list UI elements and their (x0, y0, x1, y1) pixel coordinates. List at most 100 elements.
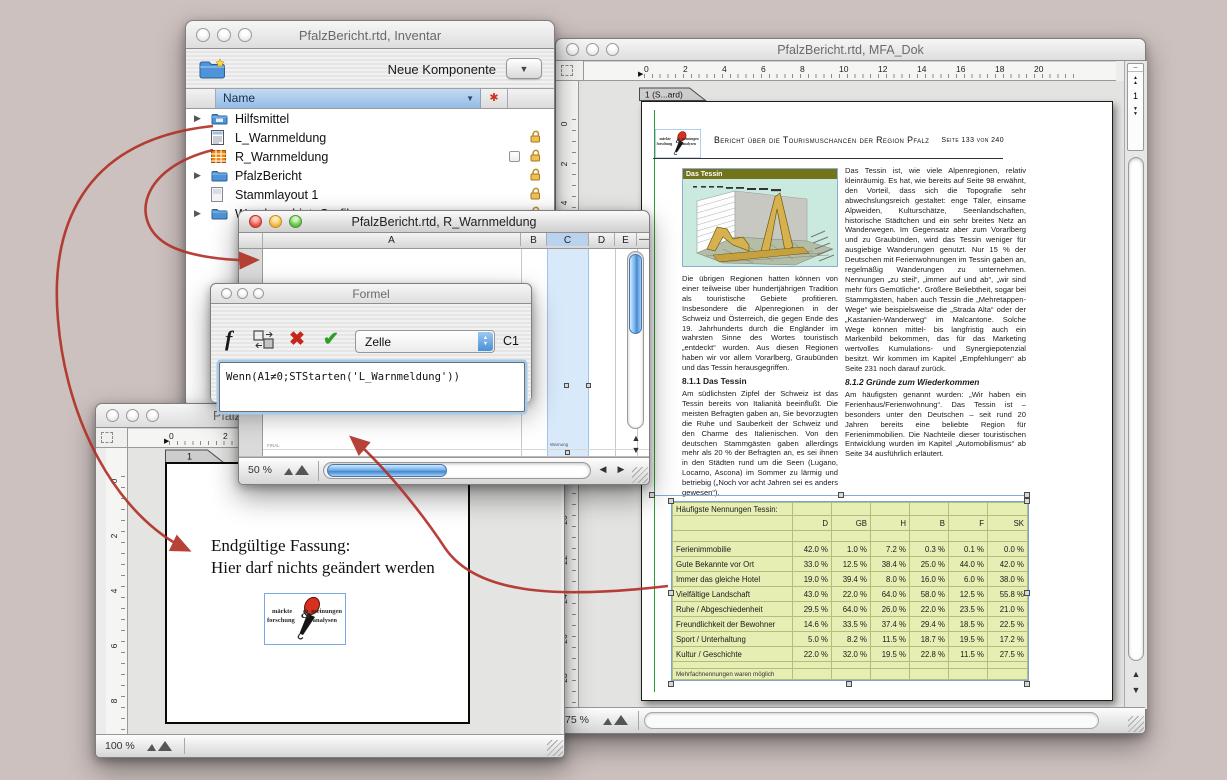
window-formel[interactable]: Formel f ✖ ✔ Zelle ▲▼ C1 Wenn(A1≠0;STSta… (210, 283, 532, 401)
tessin-table-frame[interactable]: Häufigste Nennungen Tessin:DGBHBFSKFerie… (672, 502, 1027, 685)
chart-frame[interactable]: Das Tessin (682, 168, 838, 267)
column-header-d[interactable]: D (589, 233, 615, 246)
disclosure-triangle-icon[interactable]: ▶ (194, 208, 211, 219)
disclosure-triangle-icon[interactable]: ▶ (194, 170, 211, 181)
minimize-button[interactable] (126, 409, 139, 422)
zoom-level[interactable]: 75 % (565, 714, 589, 726)
scrollbar-thumb[interactable] (327, 464, 447, 477)
table-row (673, 531, 1028, 542)
column-header-e[interactable]: E (615, 233, 637, 246)
document-canvas[interactable]: 1 (S...ard) märkte meinungen & forschung… (579, 81, 1124, 709)
list-item[interactable]: L_Warnmeldung (186, 128, 554, 147)
table-row (673, 662, 1028, 669)
scrollbar-thumb[interactable] (629, 254, 642, 334)
selection-handle[interactable] (668, 590, 674, 596)
first-page-button[interactable]: ▲▲ (1128, 72, 1143, 85)
scope-select[interactable]: Zelle ▲▼ (355, 330, 495, 353)
table-value: 18.7 % (910, 632, 949, 647)
scroll-down-button[interactable]: ▼ (628, 443, 644, 457)
document-page[interactable]: Endgültige Fassung: Hier darf nichts geä… (165, 462, 470, 724)
titlebar-mfa[interactable]: PfalzBericht.rtd, MFA_Dok (556, 39, 1145, 61)
new-component-menu-button[interactable]: ▼ (506, 58, 542, 79)
horizontal-scrollbar[interactable] (644, 712, 1099, 729)
table-value: 29.4 % (910, 617, 949, 632)
ruler-marker-icon[interactable]: ▶ (638, 70, 643, 78)
zoom-level[interactable]: 100 % (105, 740, 135, 752)
status-bar-r-warnmeldung: 50 % ◀ ▶ (239, 457, 649, 484)
zoom-button[interactable] (146, 409, 159, 422)
table-value: 37.4 % (871, 617, 910, 632)
horizontal-scrollbar[interactable] (323, 462, 591, 479)
titlebar-r-warnmeldung[interactable]: PfalzBericht.rtd, R_Warnmeldung (239, 211, 649, 233)
list-item[interactable]: ▶Hilfsmittel (186, 109, 554, 128)
zoom-mountains-icon[interactable] (283, 463, 313, 476)
checkbox[interactable] (509, 151, 520, 162)
selected-column-c[interactable] (547, 249, 589, 457)
resize-grip[interactable] (1128, 716, 1144, 732)
titlebar-formel[interactable]: Formel (211, 284, 531, 304)
company-logo[interactable]: märkte meinungen & forschung analysen (264, 593, 346, 645)
page-tab[interactable]: 1 (S...ard) (639, 87, 709, 101)
new-folder-button[interactable] (198, 57, 228, 86)
horizontal-ruler[interactable]: ▶ 02468101214161820 (584, 61, 1116, 81)
document-canvas[interactable]: 1 Endgültige Fassung: Hier darf nichts g… (128, 448, 561, 736)
column-header-status[interactable]: ✱ (481, 89, 508, 108)
selection-handle[interactable] (1024, 590, 1030, 596)
vertical-ruler[interactable]: 02468 (106, 448, 128, 736)
column-header-name[interactable]: Name ▼ (216, 89, 481, 108)
table-value: 17.2 % (988, 632, 1028, 647)
page-navigator[interactable]: – ▲▲ 1 ▼▼ (1127, 63, 1144, 151)
table-cell (673, 531, 793, 542)
document-page[interactable]: märkte meinungen & forschung analysen Be… (641, 101, 1113, 701)
resize-grip[interactable] (632, 467, 648, 483)
selection-handle[interactable] (565, 450, 570, 455)
unlocked-padlock-icon[interactable] (529, 148, 542, 165)
scroll-left-button[interactable]: ◀ (595, 462, 611, 478)
scroll-right-button[interactable]: ▶ (613, 462, 629, 478)
table-value: 64.0 % (832, 602, 871, 617)
formula-input[interactable]: Wenn(A1≠0;STStarten('L_Warnmeldung')) (219, 362, 525, 412)
scroll-down-button[interactable]: ▼ (1128, 683, 1144, 699)
column-selection-handle[interactable] (564, 383, 569, 388)
list-item[interactable]: ▶PfalzBericht (186, 166, 554, 185)
table-column-header: B (910, 516, 949, 531)
titlebar-inventar[interactable]: PfalzBericht.rtd, Inventar (186, 21, 554, 49)
selection-handle[interactable] (668, 681, 674, 687)
confirm-button[interactable]: ✔ (323, 328, 339, 351)
text-component-icon (211, 130, 235, 145)
column-header-a[interactable]: A (263, 233, 521, 246)
scroll-up-button[interactable]: ▲ (1128, 667, 1144, 683)
selection-handle[interactable] (1024, 498, 1030, 504)
unlocked-padlock-icon[interactable] (529, 167, 542, 184)
selection-handle[interactable] (668, 498, 674, 504)
selection-handle[interactable] (1024, 681, 1030, 687)
selection-handle[interactable] (846, 681, 852, 687)
zoom-mountains-icon[interactable] (146, 739, 176, 752)
zoom-level[interactable]: 50 % (248, 464, 272, 476)
vertical-scrollbar[interactable] (627, 251, 644, 429)
vertical-scrollbar[interactable] (1128, 157, 1144, 661)
disclosure-triangle-icon[interactable]: ▶ (194, 113, 211, 124)
selection-handle[interactable] (649, 492, 655, 498)
last-page-button[interactable]: ▼▼ (1128, 107, 1143, 116)
function-button[interactable]: f (225, 326, 232, 352)
list-item[interactable]: R_Warnmeldung (186, 147, 554, 166)
cancel-button[interactable]: ✖ (289, 328, 305, 351)
page-tab[interactable]: 1 (165, 449, 227, 463)
column-header-b[interactable]: B (521, 233, 547, 246)
tessin-table[interactable]: Häufigste Nennungen Tessin:DGBHBFSKFerie… (672, 502, 1028, 680)
column-selection-handle[interactable] (586, 383, 591, 388)
resize-grip[interactable] (547, 740, 563, 756)
new-component-label[interactable]: Neue Komponente (388, 62, 496, 77)
collapse-widget[interactable]: — (637, 233, 651, 245)
column-header-c[interactable]: C (547, 233, 589, 246)
reference-swap-button[interactable] (253, 330, 275, 350)
unlocked-padlock-icon[interactable] (529, 129, 542, 146)
list-item[interactable]: Stammlayout 1 (186, 185, 554, 204)
close-button[interactable] (106, 409, 119, 422)
window-title: PfalzBericht.rtd, R_Warnmeldung (239, 215, 649, 229)
ruler-number: 2 (683, 64, 688, 74)
unlocked-padlock-icon[interactable] (529, 186, 542, 203)
selection-handle[interactable] (838, 492, 844, 498)
zoom-mountains-icon[interactable] (602, 713, 632, 726)
